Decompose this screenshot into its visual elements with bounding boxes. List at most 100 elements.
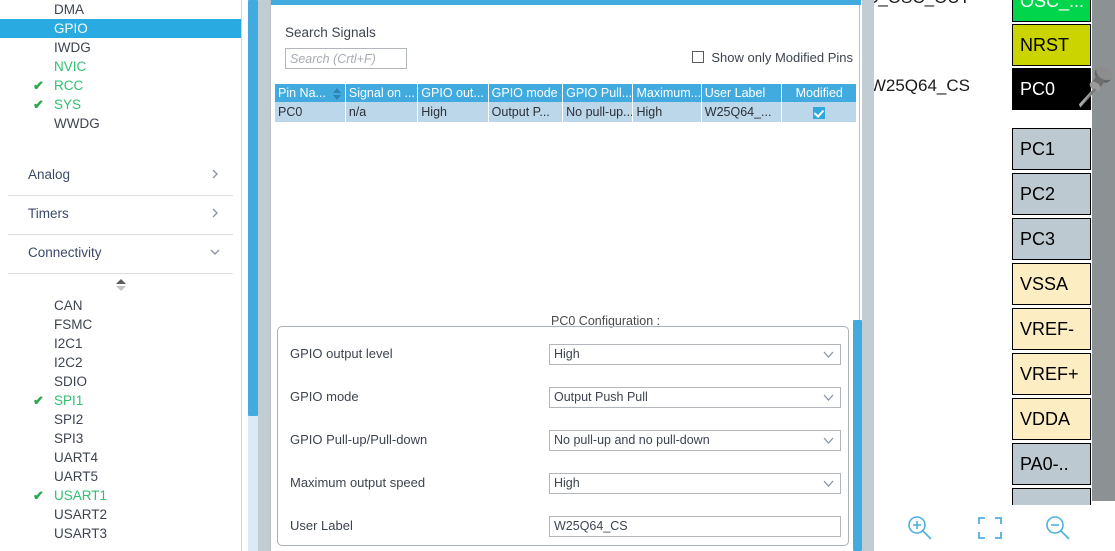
sidebar-item-label: SPI3	[54, 431, 84, 446]
sidebar-item-gpio[interactable]: GPIO	[0, 19, 241, 38]
chevron-right-icon[interactable]	[209, 207, 221, 219]
sidebar-item-sdio[interactable]: SDIO	[0, 372, 241, 391]
config-label: GPIO Pull-up/Pull-down	[290, 432, 428, 447]
cell-gpio_mode[interactable]: Output P...	[488, 102, 564, 122]
up-down-spinner-icon[interactable]	[0, 274, 241, 296]
sidebar-scrollbar-thumb[interactable]	[248, 0, 258, 416]
chip-pinout-view[interactable]: CC_OSC_OUTOSC_...NRSTW25Q64_CSPC0PC1PC2P…	[874, 0, 1115, 551]
column-header-5[interactable]: Maximum...	[632, 84, 702, 102]
select-gpio-pull-up-pull-down[interactable]: No pull-up and no pull-down	[549, 430, 841, 451]
config-row-0: GPIO output level High	[278, 344, 850, 365]
cell-user_label[interactable]: W25Q64_...	[701, 102, 783, 122]
column-header-4[interactable]: GPIO Pull...	[562, 84, 634, 102]
sidebar-item-nvic[interactable]: NVIC	[0, 57, 241, 76]
sidebar-item-iwdg[interactable]: IWDG	[0, 38, 241, 57]
pin-vref[interactable]: VREF-	[1012, 308, 1091, 350]
sidebar-item-label: I2C1	[54, 336, 83, 351]
zoom-toolbar[interactable]	[874, 505, 1115, 551]
search-input[interactable]	[285, 48, 407, 69]
column-header-2[interactable]: GPIO out...	[417, 84, 489, 102]
chevron-down-icon[interactable]	[823, 351, 834, 358]
pin-table[interactable]: Pin Na... Signal on ... GPIO out... GPIO mo…	[275, 84, 857, 122]
field-value: No pull-up and no pull-down	[554, 433, 710, 447]
sidebar-item-label: CAN	[54, 298, 83, 313]
sidebar-section-timers[interactable]: Timers	[8, 196, 233, 235]
sidebar-item-label: USART2	[54, 507, 108, 522]
sidebar-item-dma[interactable]: DMA	[0, 0, 241, 19]
fit-to-screen-icon[interactable]	[974, 513, 1006, 543]
chevron-down-icon[interactable]	[209, 246, 221, 258]
sidebar-gutter	[258, 0, 270, 551]
cell-gpio_output[interactable]: High	[417, 102, 489, 122]
show-only-modified-pins-label: Show only Modified Pins	[711, 49, 853, 65]
sidebar-item-usart2[interactable]: USART2	[0, 505, 241, 524]
pin-nrst[interactable]: NRST	[1012, 24, 1091, 66]
show-only-modified-pins-checkbox[interactable]: Show only Modified Pins	[692, 48, 853, 66]
chevron-down-icon[interactable]	[823, 437, 834, 444]
sidebar-item-fsmc[interactable]: FSMC	[0, 315, 241, 334]
sidebar-item-label: WWDG	[54, 116, 100, 131]
config-panel-scrollbar-thumb[interactable]	[853, 320, 862, 551]
sidebar-item-i2c1[interactable]: I2C1	[0, 334, 241, 353]
config-row-4: User Label W25Q64_CS	[278, 516, 850, 537]
checkbox-box[interactable]	[692, 51, 705, 63]
column-header-7[interactable]: Modified	[781, 84, 857, 102]
sidebar-item-wwdg[interactable]: WWDG	[0, 114, 241, 133]
config-row-1: GPIO mode Output Push Pull	[278, 387, 850, 408]
select-gpio-mode[interactable]: Output Push Pull	[549, 387, 841, 408]
check-icon: ✔	[33, 488, 44, 503]
sidebar-item-spi2[interactable]: SPI2	[0, 410, 241, 429]
cell-signal_on[interactable]: n/a	[345, 102, 419, 122]
zoom-out-icon[interactable]	[1042, 513, 1074, 543]
select-maximum-output-speed[interactable]: High	[549, 473, 841, 494]
sidebar-item-uart4[interactable]: UART4	[0, 448, 241, 467]
sidebar-section-connectivity[interactable]: Connectivity	[8, 235, 233, 274]
chevron-down-icon[interactable]	[823, 394, 834, 401]
cell-maximum[interactable]: High	[632, 102, 702, 122]
sidebar-item-i2c2[interactable]: I2C2	[0, 353, 241, 372]
sidebar-item-spi1[interactable]: ✔ SPI1	[0, 391, 241, 410]
input-user-label[interactable]: W25Q64_CS	[549, 516, 841, 537]
peripheral-sidebar[interactable]: DMA GPIO IWDG NVIC ✔ RCC ✔ SYS WWDG Analog Timers…	[0, 0, 242, 551]
sidebar-item-label: FSMC	[54, 317, 93, 332]
column-header-6[interactable]: User Label	[701, 84, 783, 102]
sidebar-scrollbar[interactable]	[248, 0, 258, 551]
pin-pc1[interactable]: PC1	[1012, 128, 1091, 170]
pin-signal-label: W25Q64_CS	[874, 76, 970, 95]
sidebar-item-usart1[interactable]: ✔ USART1	[0, 486, 241, 505]
pin-vdda[interactable]: VDDA	[1012, 398, 1091, 440]
cell-modified-checkbox[interactable]	[781, 102, 857, 122]
table-row[interactable]: PC0 n/a High Output P... No pull-up... High W2…	[275, 102, 857, 122]
checkbox-checked-icon[interactable]	[813, 106, 826, 119]
pin-vssa[interactable]: VSSA	[1012, 263, 1091, 305]
table-header-row[interactable]: Pin Na... Signal on ... GPIO out... GPIO mo…	[275, 84, 857, 102]
column-header-1[interactable]: Signal on ...	[345, 84, 419, 102]
sidebar-item-sys[interactable]: ✔ SYS	[0, 95, 241, 114]
column-header-3[interactable]: GPIO mode	[488, 84, 564, 102]
sidebar-item-uart5[interactable]: UART5	[0, 467, 241, 486]
sidebar-item-label: IWDG	[54, 40, 91, 55]
chevron-down-icon[interactable]	[823, 480, 834, 487]
sidebar-section-analog[interactable]: Analog	[8, 157, 233, 196]
select-gpio-output-level[interactable]: High	[549, 344, 841, 365]
sidebar-item-label: DMA	[54, 2, 84, 17]
sidebar-item-can[interactable]: CAN	[0, 296, 241, 315]
field-value: Output Push Pull	[554, 390, 648, 404]
sidebar-item-usart3[interactable]: USART3	[0, 524, 241, 543]
pin-pc2[interactable]: PC2	[1012, 173, 1091, 215]
pin-pa0[interactable]: PA0-..	[1012, 443, 1091, 485]
sidebar-item-spi3[interactable]: SPI3	[0, 429, 241, 448]
cell-gpio_pull[interactable]: No pull-up...	[562, 102, 634, 122]
column-header-0[interactable]: Pin Na...	[275, 84, 346, 102]
table-body[interactable]: PC0 n/a High Output P... No pull-up... High W2…	[275, 102, 857, 122]
config-label: GPIO output level	[290, 346, 393, 361]
pin-osc[interactable]: OSC_...	[1012, 0, 1091, 22]
pin-vref[interactable]: VREF+	[1012, 353, 1091, 395]
zoom-in-icon[interactable]	[904, 513, 936, 543]
sort-arrows-icon[interactable]	[332, 88, 342, 100]
sidebar-item-rcc[interactable]: ✔ RCC	[0, 76, 241, 95]
pin-pc3[interactable]: PC3	[1012, 218, 1091, 260]
cell-pin_name[interactable]: PC0	[275, 102, 346, 122]
chevron-right-icon[interactable]	[209, 168, 221, 180]
column-header-label: Signal on ...	[348, 86, 415, 100]
